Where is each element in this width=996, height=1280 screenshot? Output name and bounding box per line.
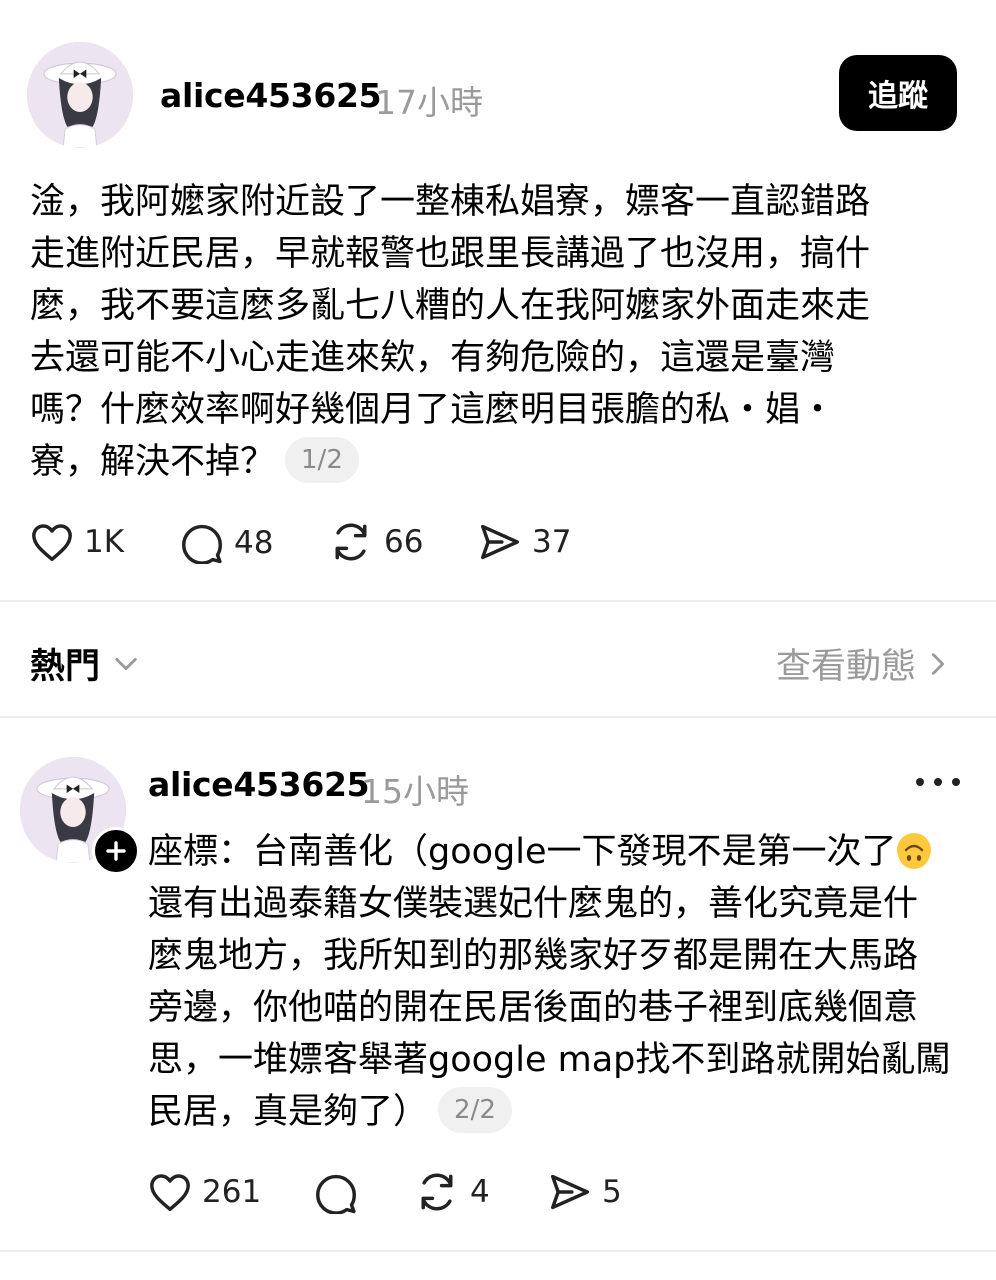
- post-text-line: 還有出過泰籍女僕裝選妃什麼鬼的，善化究竟是什: [148, 884, 919, 924]
- share-button[interactable]: 37: [478, 522, 571, 562]
- post-text-line-last: 民居，真是夠了） 2/2: [148, 1086, 978, 1138]
- sort-dropdown[interactable]: 熱門: [30, 638, 140, 689]
- heart-icon: [32, 524, 72, 561]
- divider: [0, 600, 996, 602]
- heart-icon: [150, 1174, 190, 1211]
- post-text-line: 座標：台南善化（google一下發現不是第一次了: [148, 832, 897, 872]
- avatar-image: [27, 42, 133, 148]
- post-text-line: 民居，真是夠了）: [148, 1092, 429, 1132]
- more-dots-icon: [952, 778, 960, 786]
- post-text-line: 嗎？什麼效率啊好幾個月了這麼明目張膽的私・娼・: [30, 390, 836, 430]
- post-timestamp: 15小時: [361, 772, 469, 811]
- repost-icon: [335, 523, 367, 561]
- divider: [0, 1250, 996, 1252]
- more-options-button[interactable]: [916, 770, 960, 794]
- post-text-line: 麼，我不要這麼多亂七八糟的人在我阿嬤家外面走來走: [30, 286, 871, 326]
- chevron-down-icon: [115, 657, 137, 670]
- post-text-line: 去還可能不小心走進來欸，有夠危險的，這還是臺灣: [30, 338, 836, 378]
- repost-icon: [421, 1173, 453, 1211]
- upside-down-face-icon: [897, 837, 930, 869]
- like-button[interactable]: 261: [148, 1172, 261, 1212]
- post-username[interactable]: alice453625: [160, 76, 382, 115]
- post-text-line: 麼鬼地方，我所知到的那幾家好歹都是開在大馬路: [148, 936, 919, 976]
- comment-button[interactable]: [314, 1172, 368, 1214]
- comment-bubble-icon: [316, 1174, 356, 1214]
- comment-count: 48: [234, 525, 274, 561]
- plus-icon: [106, 841, 126, 861]
- page-indicator: 2/2: [438, 1087, 512, 1133]
- post-text-line: 走進附近民居，早就報警也跟里長講過了也沒用，搞什: [30, 234, 871, 274]
- post-username[interactable]: alice453625: [148, 765, 370, 804]
- comment-bubble-icon: [182, 524, 222, 564]
- post-body: 座標：台南善化（google一下發現不是第一次了 還有出過泰籍女僕裝選妃什麼鬼的…: [148, 826, 978, 1138]
- avatar[interactable]: [27, 42, 133, 148]
- like-count: 261: [202, 1174, 262, 1210]
- like-count: 1K: [84, 524, 125, 560]
- share-count: 37: [532, 524, 572, 560]
- comment-button[interactable]: 48: [180, 522, 273, 564]
- follow-button[interactable]: 追蹤: [839, 55, 957, 131]
- follow-plus-badge[interactable]: [92, 827, 140, 875]
- repost-button[interactable]: 66: [328, 520, 423, 564]
- send-icon: [550, 1174, 589, 1210]
- more-dots-icon: [916, 778, 924, 786]
- share-button[interactable]: 5: [548, 1172, 622, 1212]
- post-timestamp: 17小時: [375, 83, 483, 122]
- send-icon: [481, 524, 519, 560]
- repost-count: 4: [470, 1174, 490, 1210]
- post-text-line-first: 座標：台南善化（google一下發現不是第一次了: [148, 826, 978, 878]
- post-text-line: 淦，我阿嬤家附近設了一整棟私娼寮，嫖客一直認錯路: [30, 182, 871, 222]
- post-body: 淦，我阿嬤家附近設了一整棟私娼寮，嫖客一直認錯路 走進附近民居，早就報警也跟里長…: [30, 176, 970, 488]
- view-activity-link[interactable]: 查看動態: [776, 638, 948, 689]
- share-count: 5: [602, 1174, 622, 1210]
- post-text-line: 思，一堆嫖客舉著google map找不到路就開始亂闖: [148, 1040, 951, 1080]
- repost-button[interactable]: 4: [414, 1170, 490, 1214]
- post-text-line: 旁邊，你他喵的開在民居後面的巷子裡到底幾個意: [148, 988, 919, 1028]
- divider: [0, 716, 996, 718]
- more-dots-icon: [934, 778, 942, 786]
- sort-label: 熱門: [30, 647, 101, 687]
- view-activity-label: 查看動態: [776, 647, 917, 687]
- repost-count: 66: [384, 524, 424, 560]
- like-button[interactable]: 1K: [30, 522, 124, 562]
- post-text-line-last: 寮，解決不掉？ 1/2: [30, 436, 970, 488]
- post-text-line: 寮，解決不掉？: [30, 442, 276, 482]
- upside-down-face-emoji: [896, 833, 931, 869]
- chevron-right-icon: [931, 652, 945, 675]
- page-indicator: 1/2: [285, 437, 359, 483]
